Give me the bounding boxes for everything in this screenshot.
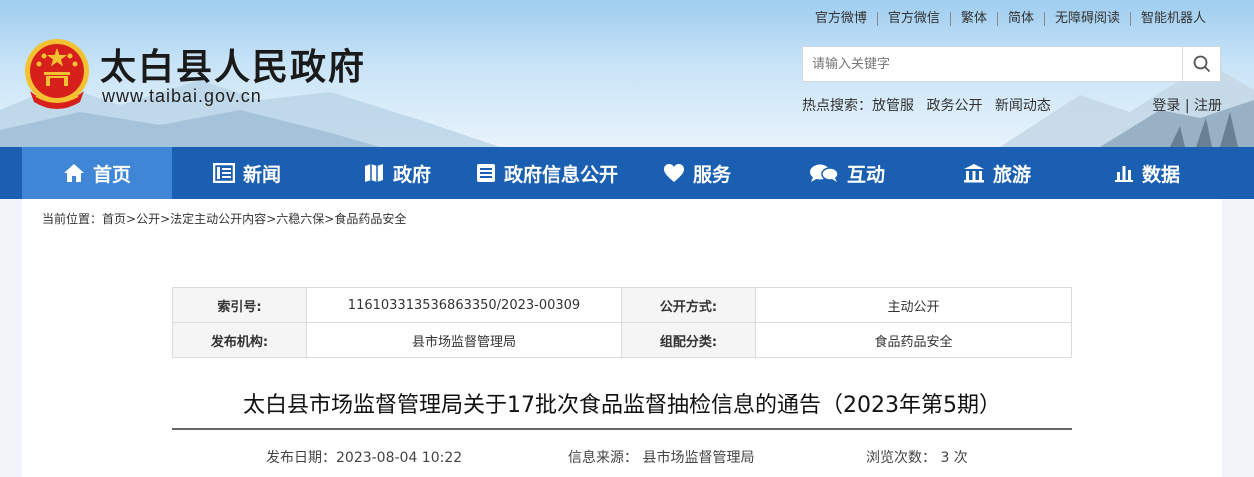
- top-links: 官方微博 官方微信 繁体 简体 无障碍阅读 智能机器人: [805, 12, 1216, 26]
- nav-item-home[interactable]: 首页: [22, 147, 172, 199]
- category-label: 组配分类:: [621, 322, 756, 358]
- breadcrumb-separator: >: [324, 212, 335, 226]
- register-link[interactable]: 注册: [1194, 98, 1222, 114]
- nav-label: 首页: [92, 163, 131, 186]
- nav-label: 新闻: [242, 163, 281, 186]
- nav-item-interact[interactable]: 互动: [772, 147, 922, 199]
- nav-item-data[interactable]: 数据: [1072, 147, 1222, 199]
- article-title: 太白县市场监督管理局关于17批次食品监督抽检信息的通告（2023年第5期）: [243, 393, 1001, 418]
- nav-label: 旅游: [992, 163, 1031, 186]
- publisher-value: 县市场监督管理局: [306, 322, 622, 358]
- search-input[interactable]: [803, 47, 1183, 81]
- content-panel: 当前位置：首页>公开>法定主动公开内容>六稳六保>食品药品安全 索引号: 116…: [22, 199, 1222, 477]
- breadcrumb-separator: >: [160, 212, 171, 226]
- breadcrumb: 当前位置：首页>公开>法定主动公开内容>六稳六保>食品药品安全: [42, 210, 406, 227]
- breadcrumb-prefix: 当前位置：: [42, 212, 103, 226]
- hot-search: 热点搜索：放管服 政务公开 新闻动态: [802, 95, 1059, 115]
- nav-item-news[interactable]: 新闻: [172, 147, 322, 199]
- search-box: [802, 46, 1221, 82]
- nav-label: 政府: [392, 163, 431, 186]
- news-icon: [212, 163, 235, 183]
- open-mode-label: 公开方式:: [621, 287, 756, 323]
- publish-date: 发布日期：2023-08-04 10:22: [266, 450, 463, 466]
- document-list-icon: [476, 164, 495, 182]
- index-label: 索引号:: [172, 287, 307, 323]
- breadcrumb-item[interactable]: 六稳六保: [276, 212, 324, 226]
- top-link-robot[interactable]: 智能机器人: [1129, 12, 1216, 26]
- publisher-label: 发布机构:: [172, 322, 307, 358]
- nav-item-government[interactable]: 政府: [322, 147, 472, 199]
- top-link-accessibility[interactable]: 无障碍阅读: [1043, 12, 1130, 26]
- main-nav: 首页 新闻 政府 政府信息公开 服务 互动 旅游 数据: [0, 147, 1254, 199]
- top-link-weibo[interactable]: 官方微博: [805, 12, 877, 26]
- top-link-wechat[interactable]: 官方微信: [876, 12, 950, 26]
- nav-item-service[interactable]: 服务: [622, 147, 772, 199]
- search-button[interactable]: [1182, 47, 1220, 81]
- breadcrumb-item[interactable]: 食品药品安全: [334, 212, 406, 226]
- search-icon: [1193, 55, 1210, 73]
- home-icon: [63, 164, 84, 182]
- nav-label: 数据: [1141, 163, 1180, 186]
- index-value: 116103313536863350/2023-00309: [306, 287, 622, 323]
- nav-label: 互动: [846, 163, 885, 186]
- hot-keyword[interactable]: 新闻动态: [995, 98, 1051, 114]
- hot-search-label: 热点搜索：: [802, 98, 872, 114]
- open-mode-value: 主动公开: [755, 287, 1072, 323]
- site-title[interactable]: 太白县人民政府: [100, 38, 366, 90]
- breadcrumb-item[interactable]: 首页: [102, 212, 126, 226]
- hot-keyword[interactable]: 放管服: [872, 98, 914, 114]
- nav-item-gov-info[interactable]: 政府信息公开: [472, 147, 622, 199]
- top-link-simplified[interactable]: 简体: [996, 12, 1044, 26]
- building-icon: [963, 164, 984, 183]
- nav-label: 服务: [692, 163, 731, 186]
- site-header: 太白县人民政府 www.taibai.gov.cn 官方微博 官方微信 繁体 简…: [0, 0, 1254, 147]
- nav-item-tourism[interactable]: 旅游: [922, 147, 1072, 199]
- category-value: 食品药品安全: [755, 322, 1072, 358]
- title-divider: [172, 428, 1072, 430]
- login-link[interactable]: 登录: [1152, 98, 1180, 114]
- breadcrumb-separator: >: [266, 212, 277, 226]
- map-icon: [364, 164, 383, 182]
- info-meta-table: 索引号: 116103313536863350/2023-00309 公开方式:…: [172, 287, 1072, 358]
- login-separator: |: [1184, 98, 1190, 114]
- chat-bubbles-icon: [809, 164, 839, 182]
- table-row: 发布机构: 县市场监督管理局 组配分类: 食品药品安全: [172, 322, 1072, 358]
- nav-label: 政府信息公开: [503, 163, 618, 186]
- info-source: 信息来源： 县市场监督管理局: [568, 450, 755, 466]
- bar-chart-icon: [1114, 166, 1133, 182]
- view-count: 浏览次数： 3 次: [866, 450, 968, 466]
- site-url[interactable]: www.taibai.gov.cn: [102, 86, 262, 107]
- breadcrumb-item[interactable]: 公开: [136, 212, 160, 226]
- hot-keyword[interactable]: 政务公开: [926, 98, 982, 114]
- breadcrumb-separator: >: [126, 212, 137, 226]
- breadcrumb-item[interactable]: 法定主动公开内容: [170, 212, 266, 226]
- top-link-traditional[interactable]: 繁体: [949, 12, 997, 26]
- heart-icon: [663, 164, 684, 182]
- table-row: 索引号: 116103313536863350/2023-00309 公开方式:…: [172, 287, 1072, 323]
- national-emblem-icon: [25, 39, 89, 109]
- login-register: 登录 | 注册: [1152, 95, 1222, 115]
